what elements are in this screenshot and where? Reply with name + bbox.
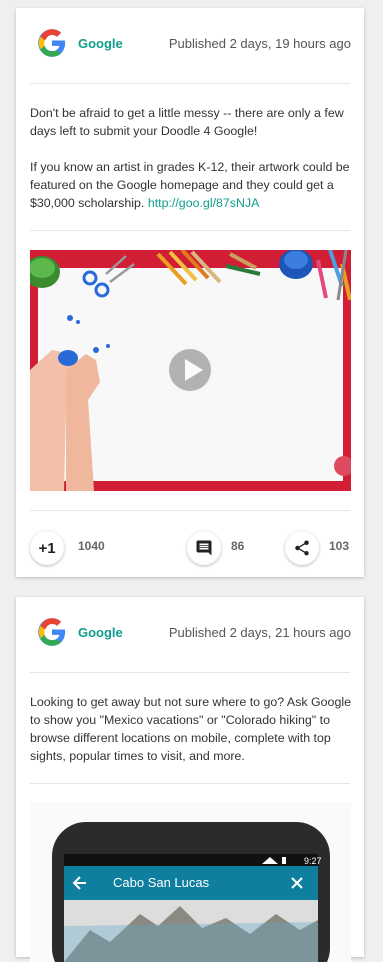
google-logo-icon[interactable] — [37, 28, 67, 58]
comment-count: 86 — [231, 539, 245, 553]
play-button[interactable] — [166, 346, 214, 394]
plusone-button[interactable]: +1 — [30, 531, 64, 565]
post-actions: +1 1040 86 103 — [16, 528, 364, 568]
post-paragraph: Looking to get away but not sure where t… — [30, 695, 351, 763]
post-body: Looking to get away but not sure where t… — [30, 693, 352, 765]
plusone-label: +1 — [38, 539, 56, 557]
post-card-2: Google Published 2 days, 21 hours ago Lo… — [16, 597, 364, 962]
share-icon — [295, 540, 309, 556]
post-paragraph: Don't be afraid to get a little messy --… — [30, 106, 344, 138]
post-body: Don't be afraid to get a little messy --… — [30, 104, 352, 212]
phone-status-time: 9:27 — [304, 856, 322, 866]
video-thumbnail[interactable] — [30, 250, 351, 491]
author-name[interactable]: Google — [78, 625, 123, 640]
comment-button[interactable] — [187, 531, 221, 565]
post-paragraph: If you know an artist in grades K-12, th… — [30, 160, 350, 210]
published-time: Published 2 days, 21 hours ago — [168, 625, 351, 640]
phone-image[interactable]: 9:27 Cabo San Lucas — [30, 802, 351, 962]
post-link[interactable]: http://goo.gl/87sNJA — [148, 196, 260, 210]
divider — [30, 510, 350, 511]
google-logo-icon[interactable] — [37, 617, 67, 647]
phone-app-title: Cabo San Lucas — [113, 875, 210, 890]
divider — [30, 230, 350, 231]
share-count: 103 — [329, 539, 350, 553]
post-card-1: Google Published 2 days, 19 hours ago Do… — [16, 8, 364, 577]
divider — [30, 783, 350, 784]
plusone-count: 1040 — [78, 539, 105, 553]
post-header: Google Published 2 days, 19 hours ago — [16, 8, 364, 83]
comment-icon — [196, 540, 212, 556]
author-name[interactable]: Google — [78, 36, 123, 51]
divider — [30, 83, 350, 84]
published-time: Published 2 days, 19 hours ago — [168, 36, 351, 51]
divider — [30, 672, 350, 673]
post-header: Google Published 2 days, 21 hours ago — [16, 597, 364, 672]
share-button[interactable] — [285, 531, 319, 565]
